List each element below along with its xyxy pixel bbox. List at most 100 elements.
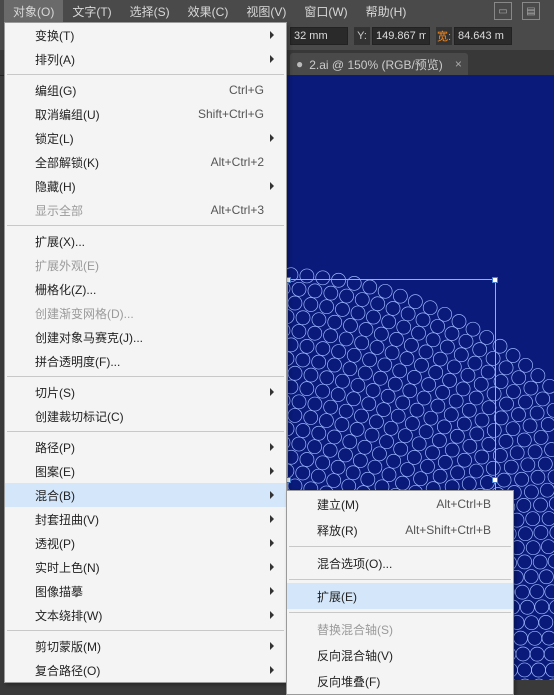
menu-文字[interactable]: 文字(T): [63, 0, 120, 22]
menu-item[interactable]: 实时上色(N): [5, 555, 286, 579]
menu-item[interactable]: 栅格化(Z)...: [5, 277, 286, 301]
menu-item: 扩展外观(E): [5, 253, 286, 277]
w-label: 宽:: [436, 27, 452, 45]
separator: [7, 225, 284, 226]
menu-item-shortcut: Alt+Ctrl+2: [211, 155, 276, 169]
menu-item-label: 隐藏(H): [35, 178, 276, 195]
menu-item-label: 栅格化(Z)...: [35, 281, 276, 298]
menu-item-label: 建立(M): [317, 496, 436, 513]
menu-item: 显示全部Alt+Ctrl+3: [5, 198, 286, 222]
menu-item-label: 拼合透明度(F)...: [35, 353, 276, 370]
menu-item[interactable]: 编组(G)Ctrl+G: [5, 78, 286, 102]
menu-item-label: 编组(G): [35, 82, 229, 99]
tab-modified-icon: ●: [290, 57, 309, 71]
menu-item-label: 释放(R): [317, 522, 405, 539]
menu-item[interactable]: 反向混合轴(V): [287, 642, 513, 668]
menu-item: 创建渐变网格(D)...: [5, 301, 286, 325]
menu-item[interactable]: 释放(R)Alt+Shift+Ctrl+B: [287, 517, 513, 543]
menu-item-label: 创建渐变网格(D)...: [35, 305, 276, 322]
menu-item-label: 排列(A): [35, 51, 276, 68]
blend-submenu: 建立(M)Alt+Ctrl+B释放(R)Alt+Shift+Ctrl+B混合选项…: [286, 490, 514, 695]
menu-窗口[interactable]: 窗口(W): [295, 0, 356, 22]
y-label: Y:: [354, 27, 370, 45]
menu-选择[interactable]: 选择(S): [121, 0, 179, 22]
handle-tr[interactable]: [492, 277, 498, 283]
menu-对象[interactable]: 对象(O): [4, 0, 63, 22]
workspace-icon[interactable]: ▭: [494, 2, 512, 20]
separator: [7, 376, 284, 377]
menu-item[interactable]: 封套扭曲(V): [5, 507, 286, 531]
menu-item[interactable]: 锁定(L): [5, 126, 286, 150]
separator: [289, 579, 511, 580]
menu-item[interactable]: 文本绕排(W): [5, 603, 286, 627]
menu-item-label: 封套扭曲(V): [35, 511, 276, 528]
menu-item-label: 创建对象马赛克(J)...: [35, 329, 276, 346]
menu-item-label: 路径(P): [35, 439, 276, 456]
separator: [289, 612, 511, 613]
handle-mr[interactable]: [492, 477, 498, 483]
menu-视图[interactable]: 视图(V): [237, 0, 295, 22]
y-field[interactable]: [372, 27, 430, 45]
menu-item-shortcut: Alt+Shift+Ctrl+B: [405, 523, 503, 537]
menu-item[interactable]: 隐藏(H): [5, 174, 286, 198]
menu-帮助[interactable]: 帮助(H): [357, 0, 416, 22]
menu-item-label: 创建裁切标记(C): [35, 408, 276, 425]
menu-item-shortcut: Ctrl+G: [229, 83, 276, 97]
menu-item[interactable]: 透视(P): [5, 531, 286, 555]
menu-item-label: 扩展外观(E): [35, 257, 276, 274]
menu-item-label: 反向混合轴(V): [317, 647, 503, 664]
menu-效果[interactable]: 效果(C): [179, 0, 238, 22]
object-menu: 变换(T)排列(A)编组(G)Ctrl+G取消编组(U)Shift+Ctrl+G…: [4, 22, 287, 683]
doc-tab[interactable]: ● 2.ai @ 150% (RGB/预览) ×: [290, 53, 468, 75]
menu-item-label: 切片(S): [35, 384, 276, 401]
menubar: 对象(O)文字(T)选择(S)效果(C)视图(V)窗口(W)帮助(H) ▭ ▤: [0, 0, 554, 22]
separator: [289, 546, 511, 547]
tab-label: 2.ai @ 150% (RGB/预览): [309, 56, 449, 73]
menu-item-label: 混合(B): [35, 487, 276, 504]
menu-item[interactable]: 拼合透明度(F)...: [5, 349, 286, 373]
menu-item[interactable]: 扩展(E): [287, 583, 513, 609]
menu-item[interactable]: 图案(E): [5, 459, 286, 483]
menu-item[interactable]: 全部解锁(K)Alt+Ctrl+2: [5, 150, 286, 174]
menu-item[interactable]: 反向堆叠(F): [287, 668, 513, 694]
menu-item[interactable]: 创建裁切标记(C): [5, 404, 286, 428]
menu-item[interactable]: 混合(B): [5, 483, 286, 507]
menu-item-label: 图案(E): [35, 463, 276, 480]
menu-item-label: 替换混合轴(S): [317, 621, 503, 638]
menu-item-label: 锁定(L): [35, 130, 276, 147]
separator: [7, 74, 284, 75]
menu-item-label: 剪切蒙版(M): [35, 638, 276, 655]
menu-item-shortcut: Alt+Ctrl+B: [436, 497, 503, 511]
menu-item[interactable]: 图像描摹: [5, 579, 286, 603]
menu-item-shortcut: Alt+Ctrl+3: [211, 203, 276, 217]
menu-item: 替换混合轴(S): [287, 616, 513, 642]
menu-item-label: 显示全部: [35, 202, 211, 219]
menu-item-label: 变换(T): [35, 27, 276, 44]
menu-item-label: 实时上色(N): [35, 559, 276, 576]
menu-item[interactable]: 建立(M)Alt+Ctrl+B: [287, 491, 513, 517]
menu-item[interactable]: 路径(P): [5, 435, 286, 459]
close-icon[interactable]: ×: [449, 57, 468, 71]
menu-item[interactable]: 剪切蒙版(M): [5, 634, 286, 658]
menu-item-label: 透视(P): [35, 535, 276, 552]
menu-item[interactable]: 切片(S): [5, 380, 286, 404]
separator: [7, 630, 284, 631]
menu-item-label: 复合路径(O): [35, 662, 276, 679]
menu-item-label: 文本绕排(W): [35, 607, 276, 624]
menu-item-label: 反向堆叠(F): [317, 673, 503, 690]
menu-item[interactable]: 混合选项(O)...: [287, 550, 513, 576]
menu-item-label: 扩展(X)...: [35, 233, 276, 250]
menu-item-shortcut: Shift+Ctrl+G: [198, 107, 276, 121]
w-field[interactable]: [454, 27, 512, 45]
menu-item[interactable]: 取消编组(U)Shift+Ctrl+G: [5, 102, 286, 126]
menu-item[interactable]: 创建对象马赛克(J)...: [5, 325, 286, 349]
menu-item[interactable]: 排列(A): [5, 47, 286, 71]
x-field[interactable]: [290, 27, 348, 45]
menu-item-label: 全部解锁(K): [35, 154, 211, 171]
menu-item[interactable]: 复合路径(O): [5, 658, 286, 682]
menu-item-label: 扩展(E): [317, 588, 503, 605]
menubar-tail: ▭ ▤: [494, 2, 550, 20]
menu-item[interactable]: 变换(T): [5, 23, 286, 47]
layout-icon[interactable]: ▤: [522, 2, 540, 20]
menu-item[interactable]: 扩展(X)...: [5, 229, 286, 253]
